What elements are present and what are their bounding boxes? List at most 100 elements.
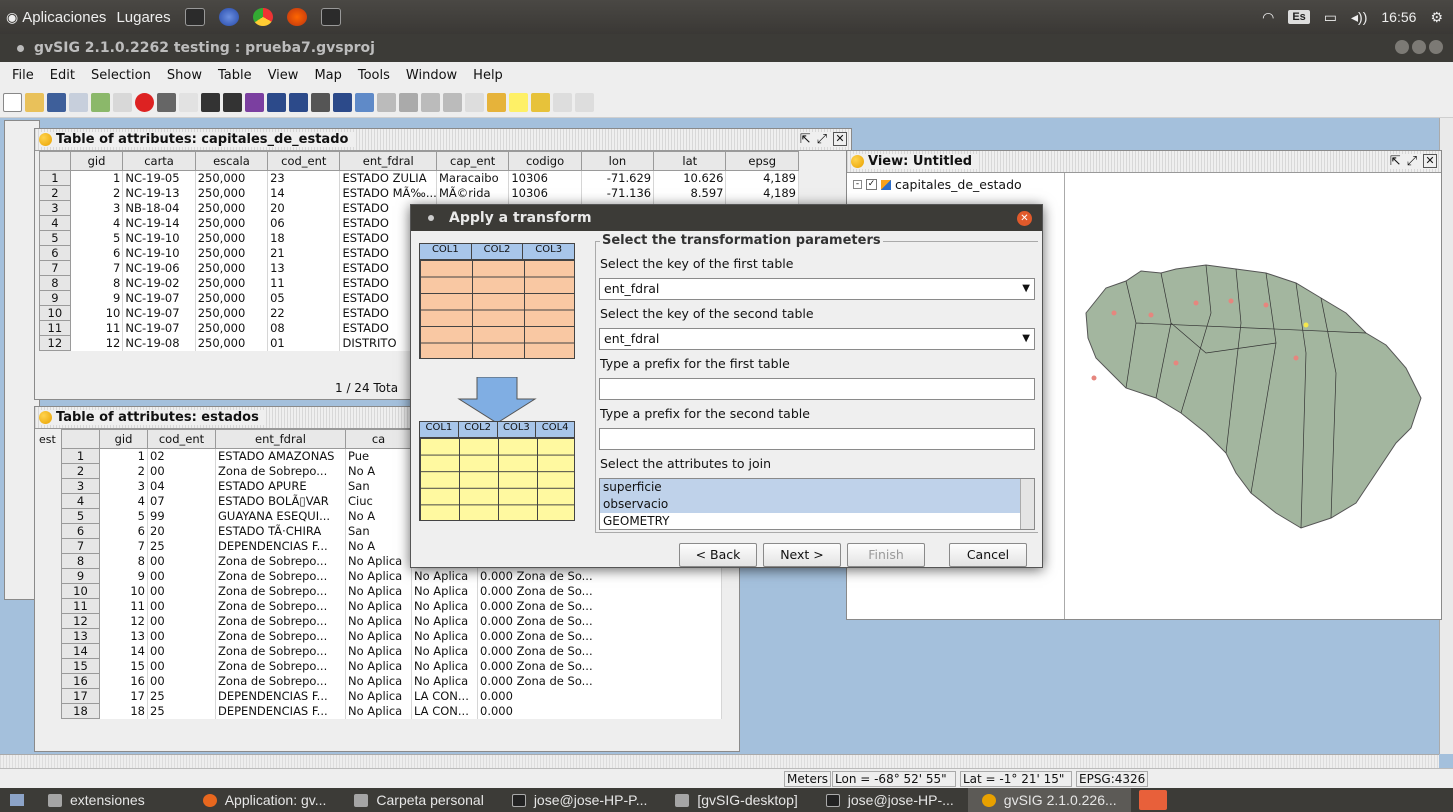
menu-window[interactable]: Window [398, 68, 465, 83]
table-cell[interactable]: No Aplica [411, 673, 478, 689]
menu-show[interactable]: Show [159, 68, 210, 83]
table-cell[interactable]: MÃ©rida [436, 185, 510, 201]
row-number[interactable]: 7 [39, 260, 71, 276]
table-cell[interactable]: 00 [147, 628, 216, 644]
prefix-second-input[interactable] [599, 428, 1035, 450]
table-cell[interactable]: No Aplica [411, 643, 478, 659]
task-application[interactable]: Application: gv... [189, 788, 341, 812]
table-cell-gid[interactable]: 6 [99, 523, 148, 539]
table-cell-gid[interactable]: 18 [99, 703, 148, 719]
apps-menu[interactable]: Aplicaciones [22, 9, 106, 26]
row-number[interactable]: 15 [61, 658, 100, 674]
table-cell[interactable]: Zona de Sobrepo... [215, 553, 346, 569]
align-icon[interactable] [399, 93, 418, 112]
maximize-frame-icon[interactable]: ⤢ [817, 132, 827, 147]
field-icon[interactable] [443, 93, 462, 112]
table-cell[interactable]: 02 [147, 448, 216, 464]
table-cell[interactable]: 250,000 [195, 260, 269, 276]
restore-icon[interactable]: ⇱ [800, 132, 811, 147]
table-cell[interactable]: No Aplica [345, 568, 412, 584]
table-cell[interactable]: Ciuc [345, 493, 412, 509]
table-cell[interactable]: DEPENDENCIAS F... [215, 703, 346, 719]
places-menu[interactable]: Lugares [116, 9, 170, 26]
table-cell[interactable]: 0.000 Zona de So... [477, 643, 722, 659]
table-cell[interactable]: Zona de Sobrepo... [215, 598, 346, 614]
table-row[interactable]: 12 12 00 Zona de Sobrepo... No Aplica No Apli… [61, 613, 722, 629]
table-cell[interactable]: No Aplica [345, 613, 412, 629]
table-cell[interactable]: NC-19-14 [122, 215, 196, 231]
table-chart-icon[interactable] [289, 93, 308, 112]
row-number[interactable]: 16 [61, 673, 100, 689]
table-cell[interactable]: Zona de Sobrepo... [215, 613, 346, 629]
table-cell-gid[interactable]: 11 [99, 598, 148, 614]
globe-launcher-icon[interactable] [218, 8, 239, 26]
table-cell[interactable]: San [345, 478, 412, 494]
table-cell[interactable]: 01 [267, 335, 341, 351]
tree-collapse-icon[interactable]: - [853, 180, 862, 189]
table-cell-gid[interactable]: 10 [70, 305, 124, 321]
table-cell[interactable]: 22 [267, 305, 341, 321]
table-cell[interactable]: NC-19-10 [122, 230, 196, 246]
col-epsg[interactable]: epsg [725, 151, 799, 171]
table-cell[interactable]: Zona de Sobrepo... [215, 658, 346, 674]
row-number[interactable]: 2 [61, 463, 100, 479]
row-number[interactable]: 10 [61, 583, 100, 599]
wifi-icon[interactable]: ◠ [1262, 9, 1274, 26]
sum-icon[interactable] [465, 93, 484, 112]
col-ent-fdral[interactable]: ent_fdral [215, 429, 346, 449]
list-item[interactable]: observacio [600, 496, 1034, 513]
table-cell[interactable]: No Aplica [411, 598, 478, 614]
table-cell[interactable]: No Aplica [345, 553, 412, 569]
table-cell[interactable]: 0.000 Zona de So... [477, 628, 722, 644]
menu-map[interactable]: Map [306, 68, 349, 83]
dialog-menu-dot-icon[interactable] [428, 215, 434, 221]
col-cap-ent[interactable]: cap_ent [435, 151, 510, 171]
table-cell[interactable]: 08 [267, 320, 341, 336]
row-number[interactable]: 8 [61, 553, 100, 569]
battery-icon[interactable]: ▭ [1324, 9, 1337, 26]
table-cell[interactable]: 0.000 [477, 688, 722, 704]
table-cell[interactable]: 0.000 Zona de So... [477, 598, 722, 614]
table-cell[interactable]: NC-19-06 [122, 260, 196, 276]
row-number[interactable]: 18 [61, 703, 100, 719]
table-cell[interactable]: No A [345, 508, 412, 524]
table-row[interactable]: 11 11 00 Zona de Sobrepo... No Aplica No Apli… [61, 598, 722, 614]
table-cell-gid[interactable]: 10 [99, 583, 148, 599]
map-canvas[interactable] [1066, 173, 1441, 619]
table-cell-gid[interactable]: 14 [99, 643, 148, 659]
table-cell[interactable]: 00 [147, 643, 216, 659]
table-cell[interactable]: 11 [267, 275, 341, 291]
table-cell[interactable]: NC-19-07 [122, 320, 196, 336]
table-cell[interactable]: No Aplica [345, 643, 412, 659]
tools-icon[interactable] [157, 93, 176, 112]
row-number[interactable]: 7 [61, 538, 100, 554]
dialog-titlebar[interactable]: Apply a transform ✕ [411, 205, 1042, 231]
table-join-icon[interactable] [223, 93, 242, 112]
lightning-icon[interactable] [509, 93, 528, 112]
table-row[interactable]: 1 1 NC-19-05 250,000 23 ESTADO ZULIA Maracaibo… [39, 170, 799, 186]
table-cell[interactable]: Zona de Sobrepo... [215, 628, 346, 644]
table-cell[interactable]: 250,000 [195, 200, 269, 216]
table-cell[interactable]: Zona de Sobrepo... [215, 568, 346, 584]
list-item[interactable]: GEOMETRY [600, 513, 1034, 530]
table-cell-gid[interactable]: 4 [70, 215, 124, 231]
col-ca[interactable]: ca [345, 429, 412, 449]
table-cell[interactable]: 05 [267, 290, 341, 306]
table-row[interactable]: 18 18 25 DEPENDENCIAS F... No Aplica LA CON..… [61, 703, 722, 719]
table-cell[interactable]: Zona de Sobrepo... [215, 583, 346, 599]
chrome-launcher-icon[interactable] [252, 8, 273, 26]
sort-icon[interactable] [421, 93, 440, 112]
task-carpeta[interactable]: Carpeta personal [340, 788, 497, 812]
table-cell[interactable]: Maracaibo [436, 170, 510, 186]
table-cell-gid[interactable]: 4 [99, 493, 148, 509]
table-cell[interactable]: 250,000 [195, 275, 269, 291]
table-cell[interactable]: 0.000 Zona de So... [477, 613, 722, 629]
table-cell[interactable]: 250,000 [195, 170, 269, 186]
table-cell[interactable]: 10.626 [653, 170, 727, 186]
table-cell-gid[interactable]: 5 [99, 508, 148, 524]
terminal-launcher-icon[interactable] [184, 8, 205, 26]
table-cell-gid[interactable]: 1 [70, 170, 124, 186]
table-cell[interactable]: -71.629 [581, 170, 655, 186]
table-cell[interactable]: No Aplica [411, 583, 478, 599]
table-cell[interactable]: 06 [267, 215, 341, 231]
